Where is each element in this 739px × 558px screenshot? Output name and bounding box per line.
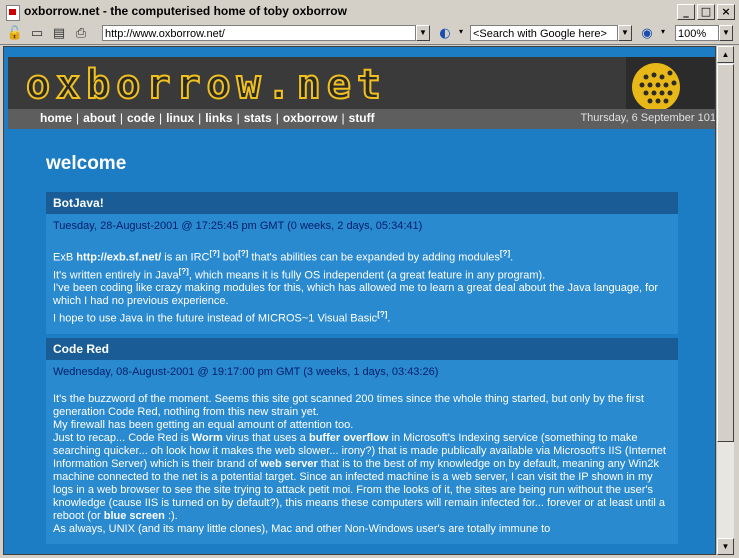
address-dropdown-button[interactable]: ▼ (416, 25, 430, 41)
article-text: It's the buzzword of the moment. Seems t… (53, 393, 666, 535)
window-icon[interactable]: ▭ (28, 26, 46, 42)
zoom-select[interactable]: 100% (675, 25, 719, 41)
document-icon[interactable]: ▤ (50, 26, 68, 42)
window-title-bar[interactable]: oxborrow.net - the computerised home of … (0, 0, 739, 24)
minimize-button[interactable]: _ (677, 4, 695, 20)
nav-separator: | (341, 111, 345, 125)
nav-link-links[interactable]: links (205, 111, 232, 125)
glossary-link[interactable]: [?] (238, 249, 248, 258)
nav-link-stuff[interactable]: stuff (349, 111, 375, 125)
page-title: welcome (46, 153, 127, 174)
nav-link-linux[interactable]: linux (166, 111, 194, 125)
vertical-scrollbar[interactable]: ▲ ▼ (716, 46, 734, 555)
scroll-down-button[interactable]: ▼ (717, 538, 734, 555)
scroll-up-button[interactable]: ▲ (717, 46, 734, 63)
nav-separator: | (236, 111, 240, 125)
article-date: Tuesday, 28-August-2001 @ 17:25:45 pm GM… (53, 220, 423, 232)
google-icon[interactable]: ◐ (436, 26, 454, 42)
web-server-link[interactable]: web server (260, 458, 317, 470)
article-text: ExB http://exb.sf.net/ is an IRC[?] bot[… (53, 249, 659, 325)
page-viewport: oxborrow.net home | about | code | linux | links… (3, 46, 716, 555)
glossary-link[interactable]: [?] (500, 249, 510, 258)
print-preview-icon[interactable]: ⎙ (72, 26, 90, 42)
article-code-red: Code Red Wednesday, 08-August-2001 @ 19:… (46, 338, 678, 544)
article-date: Wednesday, 08-August-2001 @ 19:17:00 pm … (53, 366, 439, 378)
nav-separator: | (198, 111, 202, 125)
buffer-overflow-link[interactable]: buffer overflow (309, 432, 388, 444)
site-date: Thursday, 6 September 101 (580, 112, 716, 124)
nav-separator: | (76, 111, 80, 125)
globe-dropdown[interactable]: ▾ (656, 25, 670, 41)
glossary-link[interactable]: [?] (179, 267, 189, 276)
scroll-thumb[interactable] (717, 64, 734, 442)
dot-pattern-graphic (626, 57, 715, 109)
nav-link-oxborrow[interactable]: oxborrow (283, 111, 338, 125)
window-title: oxborrow.net - the computerised home of … (24, 4, 347, 18)
nav-separator: | (119, 111, 123, 125)
exb-link[interactable]: http://exb.sf.net/ (76, 252, 161, 264)
nav-separator: | (158, 111, 163, 125)
maximize-button[interactable]: □ (697, 4, 715, 20)
globe-icon[interactable]: ◉ (638, 26, 656, 42)
search-input[interactable]: <Search with Google here> (470, 25, 618, 41)
search-dropdown-button[interactable]: ▼ (618, 25, 632, 41)
nav-links: home | about | code | linux | links | stats | oxborr… (40, 111, 375, 125)
nav-link-home[interactable]: home (40, 111, 72, 125)
close-button[interactable]: × (717, 4, 735, 20)
article-title: BotJava! (46, 192, 678, 214)
site-logo[interactable]: oxborrow.net (25, 62, 387, 108)
nav-link-stats[interactable]: stats (244, 111, 272, 125)
nav-separator: | (275, 111, 279, 125)
blue-screen-link[interactable]: blue screen (104, 510, 165, 522)
glossary-link[interactable]: [?] (209, 249, 219, 258)
article-title: Code Red (46, 338, 678, 360)
site-nav: home | about | code | linux | links | stats | oxborr… (8, 109, 716, 129)
site-banner: oxborrow.net (8, 57, 715, 109)
nav-link-code[interactable]: code (127, 111, 155, 125)
browser-toolbar: 🔓 ▭ ▤ ⎙ http://www.oxborrow.net/ ▼ ◐ ▾ <… (0, 24, 739, 45)
nav-link-about[interactable]: about (83, 111, 116, 125)
page-icon (6, 5, 20, 21)
worm-link[interactable]: Worm (192, 432, 223, 444)
search-engine-dropdown[interactable]: ▾ (454, 25, 468, 41)
lock-icon[interactable]: 🔓 (6, 26, 24, 42)
article-botjava: BotJava! Tuesday, 28-August-2001 @ 17:25… (46, 192, 678, 334)
zoom-dropdown-button[interactable]: ▼ (719, 25, 733, 41)
address-bar[interactable]: http://www.oxborrow.net/ (102, 25, 416, 41)
glossary-link[interactable]: [?] (377, 310, 387, 319)
